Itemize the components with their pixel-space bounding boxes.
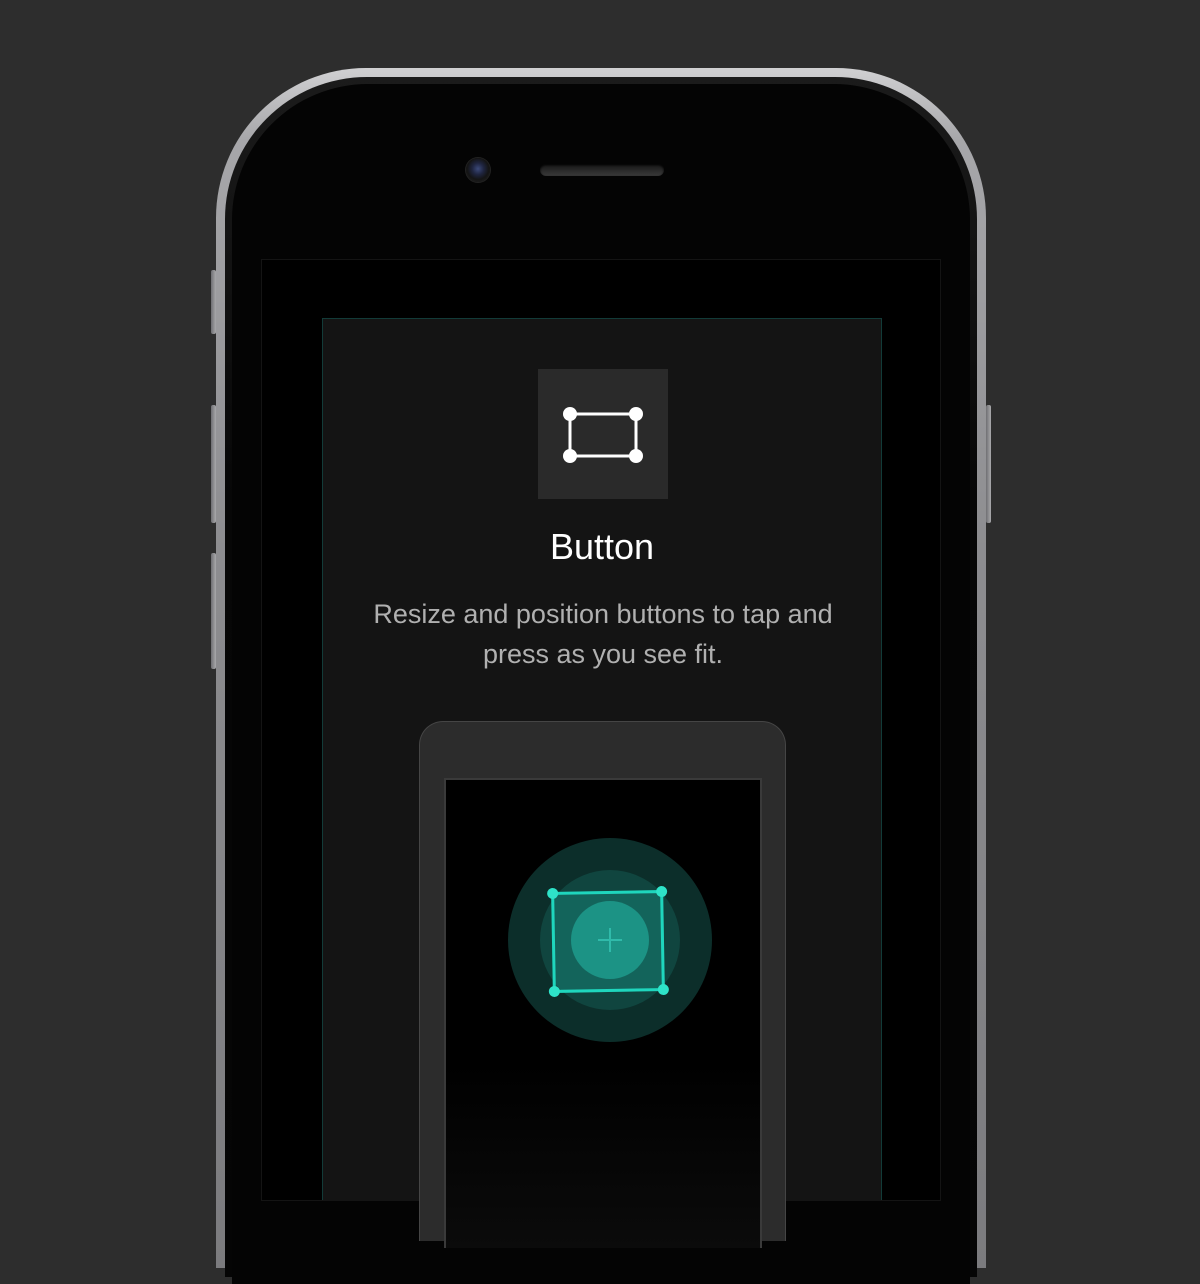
volume-down-button [211, 553, 216, 669]
selection-frame-icon [547, 885, 669, 998]
resize-frame-icon [538, 369, 668, 499]
earpiece-speaker [540, 164, 664, 176]
resize-handle-top-left [547, 887, 559, 900]
feature-description: Resize and position buttons to tap and p… [373, 599, 833, 669]
volume-up-button [211, 405, 216, 523]
device-illustration-screen [444, 778, 762, 1248]
power-button [986, 405, 991, 523]
resize-frame-icon-graphic [563, 407, 643, 463]
phone-screen: Button Resize and position buttons to ta… [262, 260, 940, 1248]
feature-title: Button [549, 526, 655, 567]
device-illustration [419, 721, 786, 1248]
front-camera [466, 158, 490, 182]
onboarding-card: Button Resize and position buttons to ta… [322, 318, 882, 1248]
mute-switch [211, 270, 216, 334]
